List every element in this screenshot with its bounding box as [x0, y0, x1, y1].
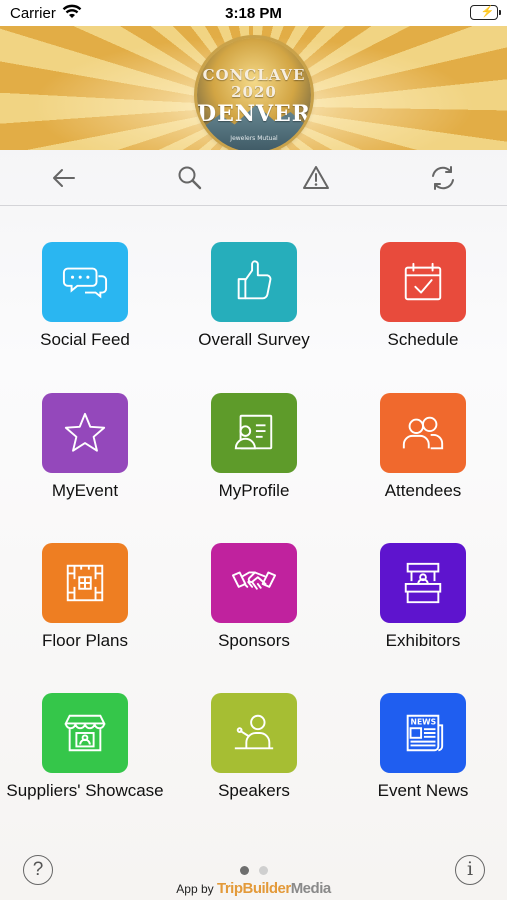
tile-label: Event News: [377, 781, 469, 800]
tile-label: Schedule: [387, 330, 459, 349]
page-dot[interactable]: [259, 866, 268, 875]
brand-name-part2: Media: [290, 880, 332, 897]
tile-icon-bg: [211, 543, 297, 623]
tile-label: Suppliers' Showcase: [6, 781, 164, 800]
tile-label: MyProfile: [218, 481, 290, 500]
tile-floor-plans[interactable]: Floor Plans: [15, 543, 155, 683]
tile-icon-bg: [380, 393, 466, 473]
app-credit[interactable]: App by TripBuilderMedia: [0, 880, 507, 897]
tile-label: Exhibitors: [385, 631, 461, 650]
tile-social-feed[interactable]: Social Feed: [15, 242, 155, 382]
star-icon: [64, 412, 106, 452]
tile-label: Sponsors: [218, 631, 290, 650]
tile-label: Speakers: [218, 781, 290, 800]
logo-text-city: DENVER: [197, 101, 311, 127]
handshake-icon: [231, 571, 277, 590]
event-logo: CONCLAVE 2020 DENVER Jewelers Mutual: [197, 38, 311, 150]
newspaper-icon: NEWS: [406, 714, 444, 752]
speaker-podium-icon: [234, 714, 274, 750]
tile-icon-bg: NEWS: [380, 693, 466, 773]
tile-exhibitors[interactable]: Exhibitors: [353, 543, 493, 683]
arrow-left-icon: [53, 169, 75, 187]
tile-sponsors[interactable]: Sponsors: [184, 543, 324, 683]
status-bar: Carrier 3:18 PM ⚡: [0, 0, 507, 26]
page-indicator: [240, 866, 270, 876]
back-button[interactable]: [48, 162, 80, 194]
svg-text:NEWS: NEWS: [411, 717, 437, 726]
booth-icon: [404, 562, 442, 604]
thumbs-up-icon: [237, 260, 272, 300]
tile-suppliers-showcase[interactable]: Suppliers' Showcase: [6, 693, 164, 833]
brand-name-part1: TripBuilder: [217, 880, 291, 897]
floor-plan-icon: [66, 564, 104, 602]
tile-icon-bg: [211, 393, 297, 473]
storefront-icon: [64, 714, 106, 752]
people-icon: [402, 416, 444, 450]
calendar-check-icon: [404, 262, 442, 301]
logo-text-sponsor: Jewelers Mutual: [230, 135, 278, 142]
tile-icon-bg: [380, 543, 466, 623]
chat-bubbles-icon: [62, 267, 108, 299]
page-dot[interactable]: [240, 866, 249, 875]
tile-icon-bg: [42, 543, 128, 623]
tile-speakers[interactable]: Speakers: [184, 693, 324, 833]
tile-myprofile[interactable]: MyProfile: [184, 393, 324, 533]
refresh-button[interactable]: [427, 162, 459, 194]
tile-icon-bg: [211, 693, 297, 773]
credit-prefix: App by: [176, 882, 214, 896]
tile-label: Floor Plans: [42, 631, 128, 650]
tile-schedule[interactable]: Schedule: [353, 242, 493, 382]
event-banner: CONCLAVE 2020 DENVER Jewelers Mutual: [0, 26, 507, 150]
tile-attendees[interactable]: Attendees: [353, 393, 493, 533]
tile-overall-survey[interactable]: Overall Survey: [184, 242, 324, 382]
tile-icon-bg: [380, 242, 466, 322]
clock-time: 3:18 PM: [225, 5, 282, 22]
search-button[interactable]: [174, 162, 206, 194]
warning-icon: [303, 166, 329, 189]
tile-myevent[interactable]: MyEvent: [15, 393, 155, 533]
tile-label: MyEvent: [51, 481, 119, 500]
tile-icon-bg: [42, 693, 128, 773]
battery-icon: ⚡: [470, 5, 501, 20]
toolbar: [0, 150, 507, 206]
refresh-icon: [432, 166, 454, 190]
tile-label: Social Feed: [40, 330, 130, 349]
logo-text-year: 2020: [231, 83, 277, 101]
search-icon: [178, 166, 202, 190]
tile-event-news[interactable]: NEWS Event News: [353, 693, 493, 833]
profile-card-icon: [234, 414, 273, 450]
alert-button[interactable]: [300, 162, 332, 194]
tile-label: Attendees: [384, 481, 462, 500]
tile-icon-bg: [211, 242, 297, 322]
logo-text-conclave: CONCLAVE: [202, 66, 306, 84]
tile-icon-bg: [42, 242, 128, 322]
tile-label: Overall Survey: [198, 330, 310, 349]
tile-icon-bg: [42, 393, 128, 473]
